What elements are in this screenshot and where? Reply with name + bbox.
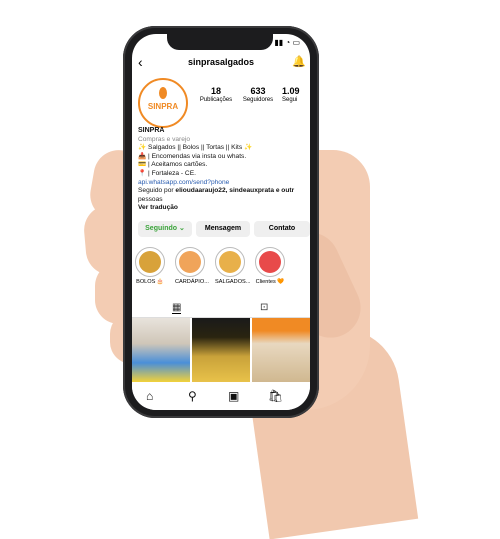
shop-icon[interactable]: 🛍 [268, 389, 283, 403]
stat-followers[interactable]: 633 Seguidores [236, 86, 280, 103]
search-icon[interactable]: ⚲ [188, 389, 197, 403]
highlight-item[interactable]: SALGADOS... [215, 247, 250, 285]
stat-value: 633 [250, 86, 266, 96]
bio-line: 📍 | Fortaleza - CE. [138, 169, 196, 177]
highlight-label: BOLOS 🎂 [136, 279, 164, 285]
profile-actions: Seguindo ⌄ Mensagem Contato [138, 221, 310, 237]
posts-grid [132, 318, 310, 382]
highlight-ring [255, 247, 285, 277]
stat-value: 1.09 [282, 86, 300, 96]
stat-posts[interactable]: 18 Publicações [196, 86, 236, 103]
highlight-thumb [179, 251, 201, 273]
bio-link[interactable]: api.whatsapp.com/send?phone [138, 179, 310, 188]
highlight-ring [135, 247, 165, 277]
followed-by[interactable]: Seguido por elioudaaraujo22, sindeauxpra… [138, 187, 310, 196]
profile-username: sinprasalgados [187, 57, 255, 67]
tagged-icon[interactable]: ⊡ [260, 302, 268, 313]
stat-following[interactable]: 1.09 Segui [282, 86, 310, 103]
bio-line: 💳 | Aceitamos cartões. [138, 161, 208, 169]
profile-name: SINPRA [138, 127, 165, 134]
avatar[interactable]: SINPRA [138, 78, 188, 128]
profile-topbar: ‹ sinprasalgados 🔔 [132, 52, 310, 74]
following-button[interactable]: Seguindo ⌄ [138, 221, 192, 237]
avatar-brand-text: SINPRA [147, 102, 179, 111]
highlight-item[interactable]: BOLOS 🎂 [135, 247, 165, 285]
bell-icon[interactable]: 🔔 [292, 55, 306, 68]
profile-category: Compras e varejo [138, 135, 191, 143]
stat-label: Segui [282, 97, 298, 103]
reels-icon[interactable]: ▣ [228, 389, 239, 403]
highlight-item[interactable]: Clientes 🧡 [255, 247, 285, 285]
highlight-thumb [219, 251, 241, 273]
phone-screen: ▮▮ ◔ ▭ ‹ sinprasalgados 🔔 SINPRA 18 Publ… [132, 34, 310, 410]
post-thumbnail[interactable] [132, 318, 190, 382]
followed-by-suffix: pessoas [138, 195, 163, 203]
contact-button[interactable]: Contato [254, 221, 310, 237]
stat-label: Publicações [199, 97, 233, 103]
highlight-ring [175, 247, 205, 277]
highlight-thumb [259, 251, 281, 273]
phone-notch [167, 34, 273, 50]
message-button[interactable]: Mensagem [196, 221, 250, 237]
highlight-label: CARDÁPIO... [175, 279, 209, 285]
status-icons: ▮▮ ◔ ▭ [274, 38, 300, 47]
post-thumbnail[interactable] [252, 318, 310, 382]
grid-icon[interactable]: ▦ [172, 302, 182, 314]
post-thumbnail[interactable] [192, 318, 250, 382]
highlight-label: Clientes 🧡 [255, 279, 285, 285]
profile-tabs: ▦ ⊡ [132, 299, 310, 318]
bottom-nav: ⌂ ⚲ ▣ 🛍 [132, 384, 310, 410]
followed-by-names: elioudaaraujo22, sindeauxprata e outr [175, 187, 295, 195]
bio-line: ✨ Salgados || Bolos || Tortas || Kits ✨ [138, 144, 253, 152]
stat-value: 18 [210, 86, 221, 96]
stat-label: Seguidores [242, 97, 274, 103]
profile-bio: SINPRA Compras e varejo ✨ Salgados || Bo… [138, 127, 310, 213]
bio-line: 📥 | Encomendas via insta ou whats. [138, 152, 247, 160]
highlight-item[interactable]: CARDÁPIO... [175, 247, 209, 285]
home-icon[interactable]: ⌂ [146, 389, 153, 403]
logo-drop-icon [159, 87, 167, 99]
highlight-thumb [139, 251, 161, 273]
highlight-label: SALGADOS... [215, 279, 251, 285]
highlight-ring [215, 247, 245, 277]
translate-link[interactable]: Ver tradução [138, 204, 310, 213]
followed-by-prefix: Seguido por [138, 187, 176, 195]
